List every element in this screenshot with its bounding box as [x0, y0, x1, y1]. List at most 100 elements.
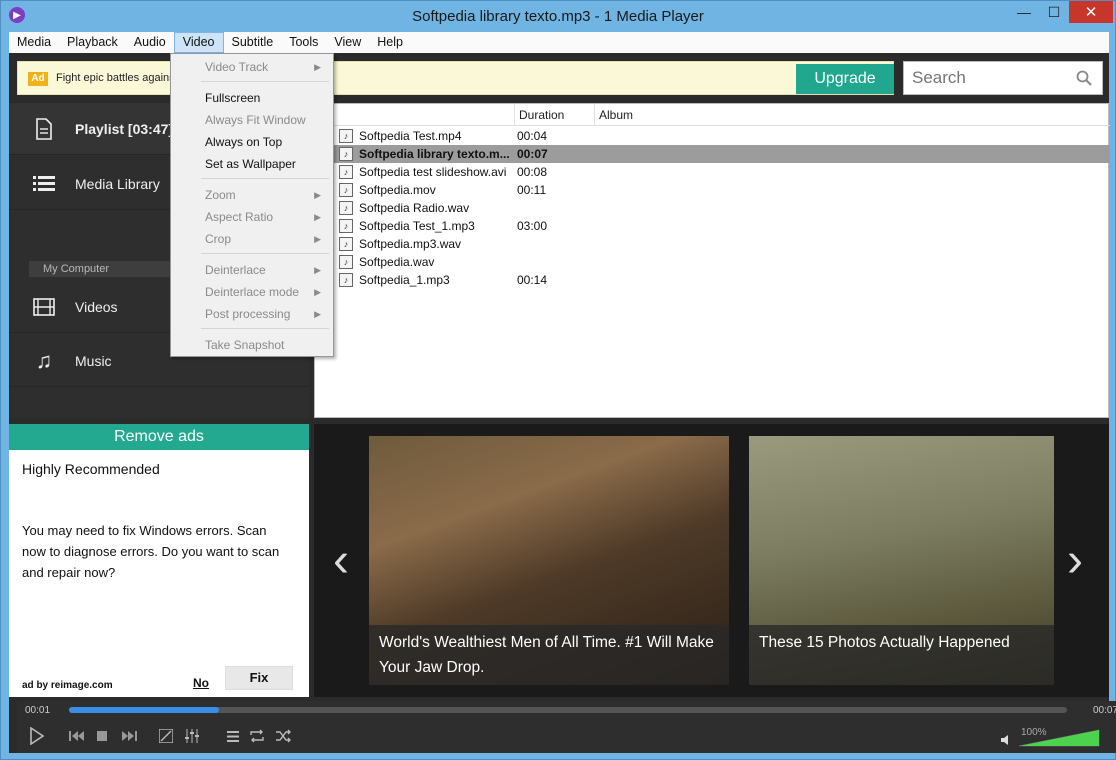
news-carousel: ‹ World's Wealthiest Men of All Time. #1… — [314, 424, 1109, 697]
file-duration: 00:11 — [517, 183, 547, 197]
table-row[interactable]: ♪ Softpedia library texto.m... 00:07 — [315, 145, 1110, 163]
column-duration[interactable]: Duration — [515, 104, 595, 126]
playlist-table: le Duration Album ♪ Softpedia Test.mp4 00:… — [314, 103, 1110, 418]
menu-item-take-snapshot[interactable]: Take Snapshot — [171, 334, 333, 356]
menu-item-always-fit-window[interactable]: Always Fit Window — [171, 109, 333, 131]
column-title[interactable]: le — [315, 104, 515, 126]
search-icon[interactable] — [1076, 70, 1092, 86]
remove-ads-button[interactable]: Remove ads — [9, 424, 309, 450]
file-icon: ♪ — [339, 255, 353, 269]
speaker-icon[interactable] — [1001, 735, 1011, 745]
file-icon: ♪ — [339, 183, 353, 197]
menu-audio[interactable]: Audio — [126, 32, 174, 53]
news-card[interactable]: These 15 Photos Actually Happened — [749, 436, 1054, 685]
table-row[interactable]: ♪ Softpedia.mov 00:11 — [315, 181, 1110, 199]
file-name: Softpedia Radio.wav — [359, 201, 470, 215]
equalizer-icon[interactable] — [185, 729, 199, 743]
menu-bar: Media Playback Audio Video Subtitle Tool… — [9, 32, 1109, 53]
search-box — [903, 61, 1103, 95]
ad-body: You may need to fix Windows errors. Scan… — [22, 523, 280, 580]
upgrade-button[interactable]: Upgrade — [796, 64, 894, 94]
column-album[interactable]: Album — [595, 104, 795, 126]
menu-item-deinterlace[interactable]: Deinterlace ▶ — [171, 259, 333, 281]
stop-icon[interactable] — [97, 731, 107, 741]
menu-separator — [201, 178, 329, 179]
sidebar-item-label: Music — [75, 352, 112, 369]
sidebar-item-label: Media Library — [75, 175, 160, 192]
file-duration: 00:08 — [517, 165, 548, 179]
menu-item-post-processing[interactable]: Post processing ▶ — [171, 303, 333, 325]
menu-item-label: Deinterlace mode — [205, 285, 300, 299]
menu-item-crop[interactable]: Crop ▶ — [171, 228, 333, 250]
menu-item-label: Deinterlace — [205, 263, 266, 277]
repeat-icon[interactable] — [249, 729, 265, 743]
file-name: Softpedia Test.mp4 — [359, 129, 462, 143]
menu-item-deinterlace-mode[interactable]: Deinterlace mode ▶ — [171, 281, 333, 303]
player-controls: 00:01 00:07 100% — [17, 701, 1116, 753]
news-card[interactable]: World's Wealthiest Men of All Time. #1 W… — [369, 436, 729, 685]
menu-item-zoom[interactable]: Zoom ▶ — [171, 184, 333, 206]
table-row[interactable]: ♪ Softpedia.mp3.wav — [315, 235, 1110, 253]
minimize-button[interactable]: — — [1009, 1, 1039, 23]
menu-help[interactable]: Help — [369, 32, 411, 53]
file-name: Softpedia_1.mp3 — [359, 273, 450, 287]
menu-item-label: Set as Wallpaper — [205, 157, 296, 171]
ad-banner[interactable]: Ad Fight epic battles against ... most p… — [17, 61, 894, 95]
next-icon[interactable] — [121, 731, 137, 741]
volume-slider[interactable] — [1017, 727, 1101, 747]
file-duration: 00:14 — [517, 273, 548, 287]
menu-item-label: Fullscreen — [205, 91, 261, 105]
table-row[interactable]: ♪ Softpedia Test_1.mp3 03:00 — [315, 217, 1110, 235]
menu-playback[interactable]: Playback — [59, 32, 126, 53]
play-icon[interactable] — [29, 727, 45, 745]
sidebar-item-label: Videos — [75, 298, 118, 315]
ad-no-link[interactable]: No — [193, 676, 209, 690]
menu-separator — [201, 328, 329, 329]
menu-item-label: Always Fit Window — [205, 113, 306, 127]
file-name: Softpedia Test_1.mp3 — [359, 219, 475, 233]
table-row[interactable]: ♪ Softpedia Radio.wav — [315, 199, 1110, 217]
document-icon — [29, 117, 59, 140]
table-row[interactable]: ♪ Softpedia Test.mp4 00:04 — [315, 127, 1110, 145]
title-bar: ▶ Softpedia library texto.mp3 - 1 Media … — [1, 1, 1115, 32]
chevron-right-icon: ▶ — [314, 309, 321, 319]
menu-media[interactable]: Media — [9, 32, 59, 53]
menu-item-fullscreen[interactable]: Fullscreen — [171, 87, 333, 109]
menu-item-video-track[interactable]: Video Track ▶ — [171, 56, 333, 78]
app-logo-icon[interactable]: ▶ — [9, 7, 25, 23]
chevron-right-icon[interactable]: › — [1060, 536, 1090, 586]
menu-separator — [201, 253, 329, 254]
table-row[interactable]: ♪ Softpedia test slideshow.avi 00:08 — [315, 163, 1110, 181]
table-row[interactable]: ♪ Softpedia_1.mp3 00:14 — [315, 271, 1110, 289]
menu-item-aspect-ratio[interactable]: Aspect Ratio ▶ — [171, 206, 333, 228]
table-header: le Duration Album — [315, 104, 1110, 126]
table-row[interactable]: ♪ Softpedia.wav — [315, 253, 1110, 271]
menu-item-label: Crop — [205, 232, 232, 246]
chevron-right-icon: ▶ — [314, 234, 321, 244]
search-input[interactable] — [912, 66, 1072, 90]
file-duration: 03:00 — [517, 219, 548, 233]
seek-progress — [69, 707, 219, 713]
menu-tools[interactable]: Tools — [281, 32, 326, 53]
news-card-caption: World's Wealthiest Men of All Time. #1 W… — [369, 625, 729, 685]
close-button[interactable]: ✕ — [1069, 1, 1113, 23]
menu-video[interactable]: Video — [173, 32, 224, 53]
chevron-left-icon[interactable]: ‹ — [326, 536, 356, 586]
seek-bar[interactable] — [69, 707, 1067, 713]
video-dropdown-menu: Video Track ▶ Fullscreen Always Fit Window A… — [170, 53, 334, 357]
previous-icon[interactable] — [69, 731, 85, 741]
maximize-button[interactable]: ☐ — [1039, 1, 1069, 23]
menu-subtitle[interactable]: Subtitle — [224, 32, 282, 53]
menu-view[interactable]: View — [326, 32, 369, 53]
ad-badge: Ad — [28, 72, 48, 86]
ad-fix-button[interactable]: Fix — [225, 666, 293, 690]
fullscreen-icon[interactable] — [159, 729, 173, 743]
shuffle-icon[interactable] — [275, 729, 291, 743]
file-icon: ♪ — [339, 147, 353, 161]
menu-item-always-on-top[interactable]: Always on Top — [171, 131, 333, 153]
menu-item-set-as-wallpaper[interactable]: Set as Wallpaper — [171, 153, 333, 175]
menu-separator — [201, 81, 329, 82]
music-note-icon: ♫ — [35, 347, 53, 373]
ad-source: ad by reimage.com — [22, 680, 113, 691]
playlist-icon[interactable] — [227, 731, 239, 742]
